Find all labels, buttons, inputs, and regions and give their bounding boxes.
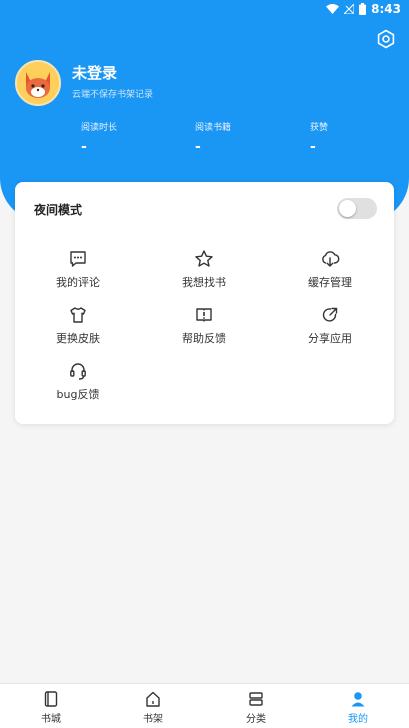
stat-label: 阅读书籍 <box>195 123 232 133</box>
nav-item-bookstore[interactable]: 书城 <box>21 690 81 725</box>
nav-label: 我的 <box>348 714 368 725</box>
settings-icon[interactable] <box>376 29 396 49</box>
bookshelf-icon <box>146 691 160 707</box>
nav-label: 书城 <box>41 714 61 725</box>
menu-item-my-comments[interactable]: 我的评论 <box>18 249 138 290</box>
menu-label: 我想找书 <box>182 276 226 289</box>
menu-item-change-skin[interactable]: 更换皮肤 <box>18 305 138 346</box>
bottom-navigation: 书城 书架 分类 我的 <box>0 683 409 728</box>
stat-value: - <box>195 139 201 155</box>
night-mode-row: 夜间模式 <box>15 182 394 234</box>
stat-label: 获赞 <box>310 123 329 133</box>
cloud-download-icon <box>322 251 340 267</box>
stat-likes: 获赞 - <box>310 120 328 155</box>
user-name[interactable]: 未登录 <box>72 62 117 83</box>
menu-label: 分享应用 <box>308 332 352 345</box>
feedback-book-icon <box>196 308 212 322</box>
avatar[interactable] <box>15 60 61 106</box>
stat-books-read: 阅读书籍 - <box>195 120 231 155</box>
stat-value: - <box>81 139 87 155</box>
wifi-icon <box>326 4 340 14</box>
menu-label: 缓存管理 <box>308 276 352 289</box>
shirt-icon <box>70 307 86 323</box>
status-bar: 8:43 <box>0 0 409 18</box>
settings-card: 夜间模式 我的评论 我想找书 缓存管理 更换皮肤 帮助反馈 分享应用 bug反馈 <box>15 182 394 424</box>
share-icon <box>322 307 338 322</box>
menu-item-bug-feedback[interactable]: bug反馈 <box>18 361 138 402</box>
menu-label: bug反馈 <box>56 388 100 401</box>
menu-item-find-book[interactable]: 我想找书 <box>144 249 264 290</box>
nav-item-profile[interactable]: 我的 <box>328 690 388 725</box>
battery-icon <box>359 3 367 15</box>
menu-item-share-app[interactable]: 分享应用 <box>270 305 390 346</box>
menu-item-help-feedback[interactable]: 帮助反馈 <box>144 305 264 346</box>
stat-reading-time: 阅读时长 - <box>81 120 117 155</box>
menu-item-cache-management[interactable]: 缓存管理 <box>270 249 390 290</box>
nav-item-bookshelf[interactable]: 书架 <box>123 690 183 725</box>
toggle-knob <box>339 200 356 217</box>
comment-icon <box>70 251 86 267</box>
menu-label: 我的评论 <box>56 276 100 289</box>
no-signal-icon <box>344 4 355 14</box>
menu-label: 帮助反馈 <box>182 332 226 345</box>
user-subtitle: 云端不保存书架记录 <box>72 90 154 100</box>
star-icon <box>195 250 213 267</box>
night-mode-label: 夜间模式 <box>34 203 83 217</box>
stat-label: 阅读时长 <box>81 123 118 133</box>
reading-stats: 阅读时长 - 阅读书籍 - 获赞 - <box>0 120 409 160</box>
nav-item-category[interactable]: 分类 <box>226 690 286 725</box>
night-mode-toggle[interactable] <box>337 198 377 219</box>
bookstore-icon <box>44 691 58 707</box>
nav-label: 书架 <box>143 714 163 725</box>
fox-avatar-icon <box>17 62 59 104</box>
menu-label: 更换皮肤 <box>56 332 100 345</box>
stat-value: - <box>310 139 316 155</box>
status-time: 8:43 <box>371 2 401 16</box>
profile-icon <box>351 692 365 707</box>
nav-label: 分类 <box>246 714 266 725</box>
headset-icon <box>70 363 86 380</box>
category-icon <box>249 692 263 706</box>
